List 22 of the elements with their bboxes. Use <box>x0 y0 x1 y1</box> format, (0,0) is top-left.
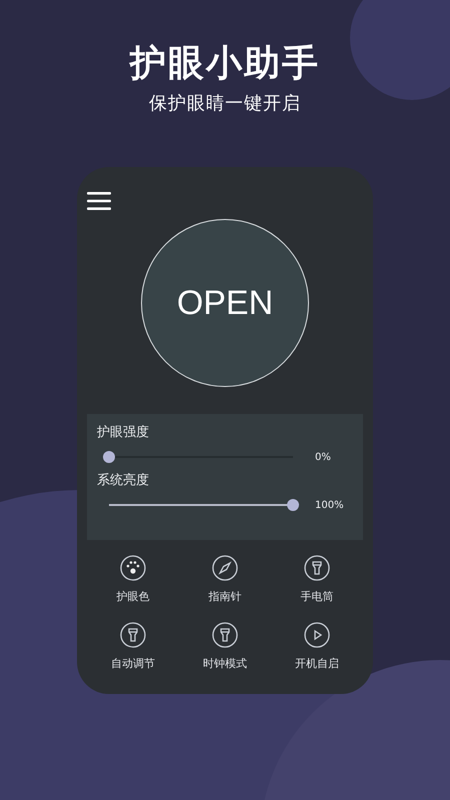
slider-label: 护眼强度 <box>97 424 150 442</box>
slider-value: 100% <box>315 500 344 510</box>
flashlight-icon[interactable] <box>304 555 330 581</box>
tool-label[interactable]: 自动调节 <box>111 657 155 671</box>
tool-label[interactable]: 护眼色 <box>116 590 150 604</box>
palette-icon[interactable] <box>120 555 146 581</box>
slider-thumb[interactable] <box>103 451 115 463</box>
slider-thumb[interactable] <box>287 499 299 511</box>
flashlight-icon[interactable] <box>120 622 146 648</box>
menu-icon[interactable] <box>87 191 111 211</box>
open-button[interactable]: OPEN <box>141 219 309 387</box>
tool-label[interactable]: 指南针 <box>208 590 242 604</box>
tool-label[interactable]: 手电筒 <box>300 590 334 604</box>
subtitle: 保护眼睛一键开启 <box>149 92 301 116</box>
compass-icon[interactable] <box>212 555 238 581</box>
headline: 护眼小助手 <box>130 42 320 86</box>
slider-label: 系统亮度 <box>97 472 150 490</box>
play-icon[interactable] <box>304 622 330 648</box>
slider-value: 0% <box>315 452 331 462</box>
flashlight-icon[interactable] <box>212 622 238 648</box>
tool-label[interactable]: 时钟模式 <box>203 657 247 671</box>
tool-label[interactable]: 开机自启 <box>295 657 339 671</box>
